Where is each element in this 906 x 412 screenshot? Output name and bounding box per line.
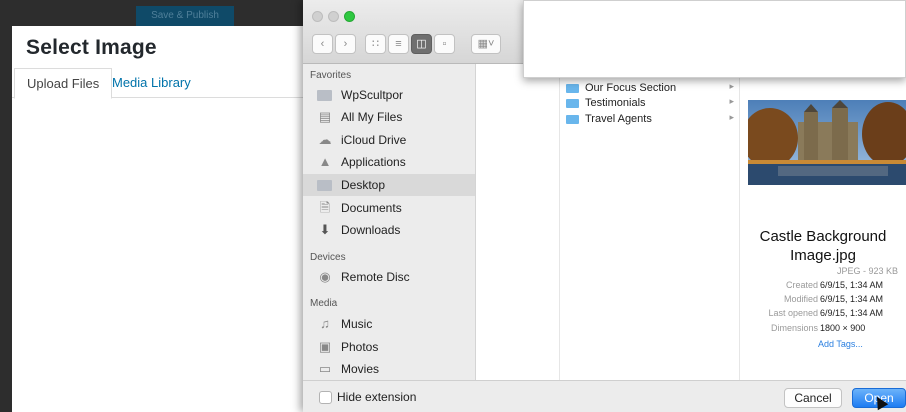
sidebar-item-label: Downloads xyxy=(341,223,401,237)
info-modified: Modified 6/9/15, 1:34 AM xyxy=(740,294,906,307)
all-files-icon: ▤ xyxy=(318,109,332,124)
dialog-footer: Hide extension Cancel Open xyxy=(303,380,906,412)
sidebar-item-label: Movies xyxy=(341,362,380,376)
sidebar-item-icloud-drive[interactable]: ☁ iCloud Drive xyxy=(303,129,475,151)
sidebar-item-label: Desktop xyxy=(341,178,386,192)
sidebar-item-photos[interactable]: ▣ Photos xyxy=(303,336,475,358)
sidebar-item-wpscultpor[interactable]: WpScultpor xyxy=(303,84,475,106)
file-kind-size: JPEG - 923 KB xyxy=(836,266,898,276)
zoom-window-button[interactable] xyxy=(344,11,355,22)
info-created: Created 6/9/15, 1:34 AM xyxy=(740,280,906,293)
info-label: Created xyxy=(785,280,818,290)
music-icon: ♫ xyxy=(320,316,330,331)
sidebar-item-label: Photos xyxy=(341,340,379,354)
sidebar-item-applications[interactable]: ▲ Applications xyxy=(303,151,475,173)
sidebar-item-music[interactable]: ♫ Music xyxy=(303,313,475,335)
browser-column-folders: Our Focus Section ▸ Testimonials ▸ Trave… xyxy=(560,64,740,380)
wp-left-edge xyxy=(0,26,12,412)
folder-icon xyxy=(566,99,579,108)
info-value: 6/9/15, 1:34 AM xyxy=(820,294,884,304)
preview-filename: Castle Background Image.jpg xyxy=(740,227,906,265)
downloads-icon: ⬇ xyxy=(319,222,331,237)
sidebar-item-label: WpScultpor xyxy=(341,88,404,102)
sidebar-item-movies[interactable]: ▭ Movies xyxy=(303,358,475,380)
info-value: 6/9/15, 1:34 AM xyxy=(820,308,884,318)
list-view-icon: ≡ xyxy=(395,38,402,50)
sidebar-item-label: Music xyxy=(341,317,373,331)
add-tags-link[interactable]: Add Tags... xyxy=(818,339,863,349)
arrange-menu-button[interactable]: ▦˅ xyxy=(471,34,501,54)
icon-view-icon: ∷ xyxy=(372,38,379,50)
filename-line-2: Image.jpg xyxy=(790,247,856,264)
folder-name: Travel Agents xyxy=(585,113,652,125)
list-item[interactable]: Travel Agents ▸ xyxy=(566,111,736,127)
minimize-window-button[interactable] xyxy=(328,11,339,22)
folder-icon xyxy=(566,84,579,93)
filename-line-1: Castle Background xyxy=(759,228,887,245)
sidebar-item-downloads[interactable]: ⬇ Downloads xyxy=(303,219,475,241)
chevron-left-icon: ‹ xyxy=(320,38,325,50)
sidebar-item-documents[interactable]: 🗎 Documents xyxy=(303,197,475,219)
sidebar-item-remote-disc[interactable]: ◉ Remote Disc xyxy=(303,266,475,288)
file-preview-pane: Castle Background Image.jpg JPEG - 923 K… xyxy=(740,64,906,380)
sidebar-item-desktop[interactable]: Desktop xyxy=(303,174,475,196)
chevron-right-icon: ▸ xyxy=(729,112,734,122)
sidebar-item-all-my-files[interactable]: ▤ All My Files xyxy=(303,106,475,128)
chevron-right-icon: ▸ xyxy=(729,96,734,106)
sidebar-item-label: Remote Disc xyxy=(341,270,410,284)
column-view-icon: ◫ xyxy=(416,38,427,50)
folder-icon xyxy=(317,90,332,101)
devices-heading: Devices xyxy=(310,252,346,263)
info-value: 6/9/15, 1:34 AM xyxy=(820,280,884,290)
back-button[interactable]: ‹ xyxy=(312,34,333,54)
folder-name: Testimonials xyxy=(585,97,646,109)
hide-extension-checkbox[interactable] xyxy=(319,391,332,404)
list-view-button[interactable]: ≡ xyxy=(388,34,409,54)
favorites-heading: Favorites xyxy=(310,70,352,81)
cancel-button[interactable]: Cancel xyxy=(784,388,842,408)
disc-icon: ◉ xyxy=(319,269,331,284)
wp-media-tabs: Upload Files Media Library xyxy=(12,68,306,99)
hide-extension-label: Hide extension xyxy=(337,390,417,404)
info-label: Last opened xyxy=(768,308,818,318)
column-view-button[interactable]: ◫ xyxy=(411,34,432,54)
list-item[interactable]: Our Focus Section ▸ xyxy=(566,80,736,96)
info-dimensions: Dimensions 1800 × 900 xyxy=(740,323,906,336)
page-title: Select Image xyxy=(26,36,157,59)
camera-icon: ▣ xyxy=(318,339,332,354)
sidebar-item-label: All My Files xyxy=(341,110,403,124)
tab-upload-files[interactable]: Upload Files xyxy=(14,68,113,99)
info-last-opened: Last opened 6/9/15, 1:34 AM xyxy=(740,308,906,321)
forward-button[interactable]: › xyxy=(335,34,356,54)
image-thumbnail xyxy=(748,100,906,185)
tab-media-library[interactable]: Media Library xyxy=(100,68,203,99)
chevron-right-icon: › xyxy=(343,38,348,50)
sidebar-item-label: Applications xyxy=(341,155,406,169)
save-publish-button[interactable]: Save & Publish xyxy=(136,6,234,26)
finder-sidebar: Favorites WpScultpor ▤ All My Files ☁ iC… xyxy=(303,64,476,380)
cover-flow-button[interactable]: ▫ xyxy=(434,34,455,54)
info-label: Modified xyxy=(783,294,818,304)
documents-icon: 🗎 xyxy=(319,200,331,215)
close-window-button[interactable] xyxy=(312,11,323,22)
folder-name: Our Focus Section xyxy=(585,82,677,94)
chevron-right-icon: ▸ xyxy=(729,81,734,91)
sidebar-item-label: Documents xyxy=(341,201,402,215)
browser-column-empty xyxy=(476,64,560,380)
icon-view-button[interactable]: ∷ xyxy=(365,34,386,54)
desktop-icon xyxy=(317,180,332,191)
sidebar-item-label: iCloud Drive xyxy=(341,133,407,147)
arrange-grid-icon: ▦˅ xyxy=(477,38,495,50)
cover-flow-icon: ▫ xyxy=(442,38,447,50)
applications-icon: ▲ xyxy=(318,154,332,169)
info-label: Dimensions xyxy=(770,323,818,333)
info-value: 1800 × 900 xyxy=(820,323,866,333)
media-heading: Media xyxy=(310,298,338,309)
cloud-icon: ☁ xyxy=(318,132,332,147)
folder-icon xyxy=(566,115,579,124)
popup-overlay-window xyxy=(523,0,906,78)
movies-icon: ▭ xyxy=(318,361,332,376)
list-item[interactable]: Testimonials ▸ xyxy=(566,95,736,111)
castle-image xyxy=(748,100,906,185)
